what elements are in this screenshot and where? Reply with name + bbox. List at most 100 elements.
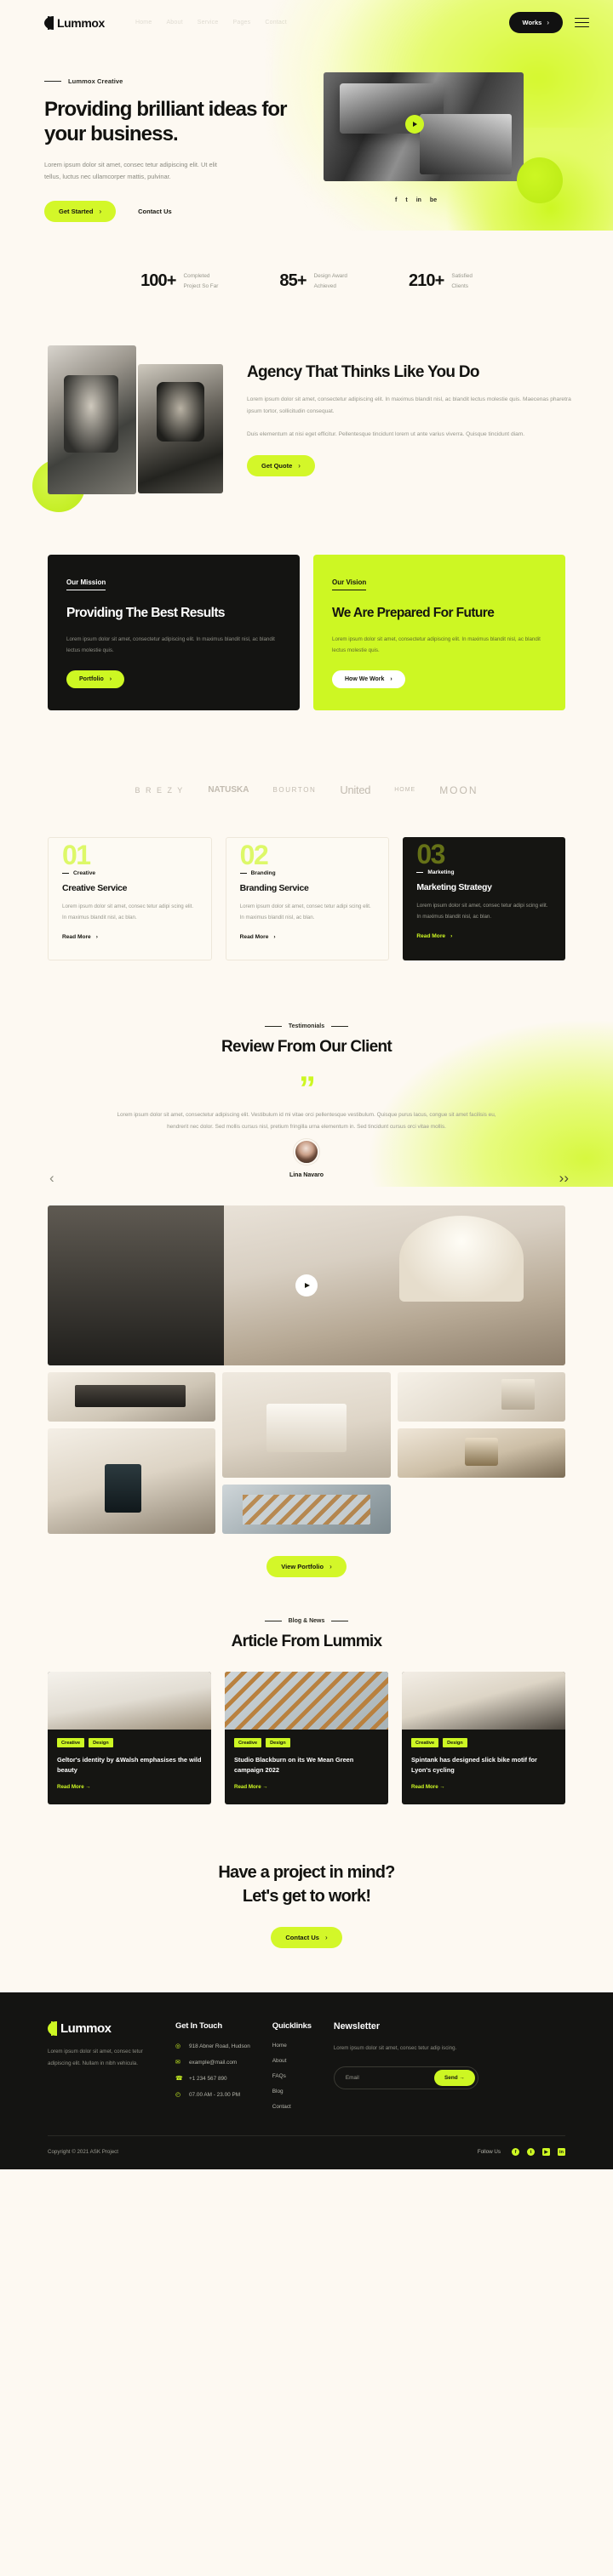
linkedin-icon[interactable]: in	[558, 2148, 565, 2157]
play-button-icon[interactable]	[295, 1274, 318, 1297]
stat-label-line2: Clients	[451, 282, 468, 289]
linkedin-icon[interactable]: in	[416, 197, 421, 203]
footer-link-home[interactable]: Home	[272, 2043, 312, 2049]
gallery-item[interactable]	[48, 1372, 216, 1422]
agency-section: Agency That Thinks Like You Do Lorem ips…	[0, 325, 613, 547]
testimonials-kicker: Testimonials	[0, 1023, 613, 1029]
site-logo[interactable]: Lummox	[44, 15, 105, 30]
blog-card-tags: Creative Design	[234, 1738, 379, 1748]
chevron-right-icon: ›	[273, 933, 276, 940]
brand-logo-brezy: B R E Z Y	[135, 785, 185, 795]
play-button-icon[interactable]	[405, 115, 424, 134]
tag-creative[interactable]: Creative	[411, 1738, 439, 1748]
footer-quicklinks-list: Home About FAQs Blog Contact	[272, 2043, 312, 2110]
agency-image-right	[138, 364, 223, 494]
gallery-item[interactable]	[48, 1428, 216, 1535]
chevron-right-icon: ›	[547, 19, 549, 26]
tag-creative[interactable]: Creative	[234, 1738, 262, 1748]
contact-us-link[interactable]: Contact Us	[138, 208, 172, 215]
gallery-grid	[48, 1372, 565, 1535]
testimonial-prev-button[interactable]: ‹	[49, 1170, 54, 1187]
blog-read-more-link[interactable]: Read More →	[57, 1784, 91, 1790]
footer-link-about[interactable]: About	[272, 2058, 312, 2064]
portfolio-label: Portfolio	[79, 676, 104, 683]
footer-link-blog[interactable]: Blog	[272, 2089, 312, 2094]
footer-contact-title: Get In Touch	[175, 2021, 222, 2032]
testimonial-body: Lorem ipsum dolor sit amet, consectetur …	[117, 1111, 496, 1130]
how-we-work-button[interactable]: How We Work ›	[332, 670, 405, 689]
nav-item-home[interactable]: Home	[135, 20, 152, 26]
behance-icon[interactable]: be	[430, 197, 437, 203]
vision-kicker: Our Vision	[332, 578, 367, 591]
get-started-button[interactable]: Get Started ›	[44, 201, 117, 223]
cta-section: Have a project in mind? Let's get to wor…	[0, 1812, 613, 1993]
footer-contact-hours: ◴ 07.00 AM - 23.00 PM	[175, 2091, 250, 2099]
gallery-item[interactable]	[222, 1372, 391, 1479]
service-body: Lorem ipsum dolor sit amet, consec tetur…	[239, 903, 371, 921]
facebook-icon[interactable]: f	[395, 197, 397, 203]
blog-card-title: Geltor's identity by &Walsh emphasises t…	[57, 1756, 202, 1775]
facebook-icon[interactable]: f	[512, 2148, 519, 2157]
youtube-icon[interactable]: ▶	[542, 2148, 550, 2157]
service-tag-label: Creative	[73, 870, 96, 877]
nav-item-about[interactable]: About	[166, 20, 182, 26]
clock-icon: ◴	[175, 2092, 181, 2099]
gallery-item[interactable]	[397, 1372, 565, 1422]
works-button[interactable]: Works ›	[508, 12, 563, 33]
newsletter-email-input[interactable]	[345, 2074, 435, 2081]
blog-card[interactable]: Creative Design Geltor's identity by &Wa…	[48, 1672, 211, 1804]
service-read-more-link[interactable]: Read More ›	[62, 934, 98, 940]
footer-link-contact[interactable]: Contact	[272, 2104, 312, 2110]
get-quote-button[interactable]: Get Quote ›	[247, 455, 315, 477]
footer-contact-phone[interactable]: ☎ +1 234 567 890	[175, 2075, 250, 2083]
tag-design[interactable]: Design	[266, 1738, 290, 1748]
stat-label-line2: Achieved	[313, 282, 336, 289]
stat-label-line1: Satisfied	[451, 273, 473, 280]
dash-icon	[44, 80, 61, 83]
dash-icon	[239, 873, 247, 875]
twitter-icon[interactable]: t	[527, 2148, 535, 2157]
location-pin-icon: ◎	[175, 2043, 181, 2050]
blog-card[interactable]: Creative Design Spintank has designed sl…	[402, 1672, 565, 1804]
nav-item-contact[interactable]: Contact	[265, 20, 287, 26]
blog-read-more-link[interactable]: Read More →	[234, 1784, 268, 1790]
tag-design[interactable]: Design	[443, 1738, 467, 1748]
view-portfolio-button[interactable]: View Portfolio ›	[266, 1556, 347, 1578]
hero-eyebrow-label: Lummox Creative	[68, 77, 123, 85]
site-header: Lummox Home About Service Pages Contact …	[0, 0, 613, 42]
logo-mark-icon	[44, 15, 54, 30]
service-read-more-link[interactable]: Read More ›	[416, 933, 452, 939]
footer-contact-address[interactable]: ◎ 918 Abner Road, Hudson	[175, 2043, 250, 2050]
footer-logo[interactable]: Lummox	[48, 2021, 153, 2037]
menu-toggle-icon[interactable]	[575, 17, 589, 28]
portfolio-button[interactable]: Portfolio ›	[66, 670, 125, 689]
gallery-item[interactable]	[222, 1485, 391, 1535]
footer-about-text: Lorem ipsum dolor sit amet, consec tetur…	[48, 2049, 143, 2066]
testimonial-next-button[interactable]: ››	[559, 1170, 569, 1187]
stat-label: Completed Project So Far	[184, 271, 219, 290]
how-we-work-label: How We Work	[345, 676, 385, 683]
nav-item-service[interactable]: Service	[198, 20, 219, 26]
service-tag-label: Branding	[250, 870, 276, 877]
service-read-more-link[interactable]: Read More ›	[240, 934, 276, 940]
cta-contact-button[interactable]: Contact Us ›	[271, 1927, 342, 1949]
works-button-label: Works	[522, 19, 542, 26]
blog-card-body: Creative Design Studio Blackburn on its …	[225, 1730, 388, 1804]
tag-design[interactable]: Design	[89, 1738, 113, 1748]
stat-item: 85+ Design Award Achieved	[279, 271, 347, 291]
gallery-item[interactable]	[397, 1428, 565, 1479]
footer-link-faqs[interactable]: FAQs	[272, 2073, 312, 2079]
blog-card[interactable]: Creative Design Studio Blackburn on its …	[225, 1672, 388, 1804]
blog-read-more-link[interactable]: Read More →	[411, 1784, 445, 1790]
footer-contact-email[interactable]: ✉ example@mail.com	[175, 2059, 250, 2066]
blog-kicker: Blog & News	[0, 1618, 613, 1624]
service-number: 02	[239, 840, 269, 871]
chevron-right-icon: ›	[450, 932, 453, 939]
stat-number: 210+	[408, 271, 444, 291]
nav-item-pages[interactable]: Pages	[232, 20, 250, 26]
footer-newsletter-body: Lorem ipsum dolor sit amet, consec tetur…	[333, 2045, 457, 2052]
twitter-icon[interactable]: t	[405, 197, 407, 203]
newsletter-send-button[interactable]: Send →	[434, 2069, 475, 2086]
stat-number: 85+	[279, 271, 306, 291]
tag-creative[interactable]: Creative	[57, 1738, 85, 1748]
